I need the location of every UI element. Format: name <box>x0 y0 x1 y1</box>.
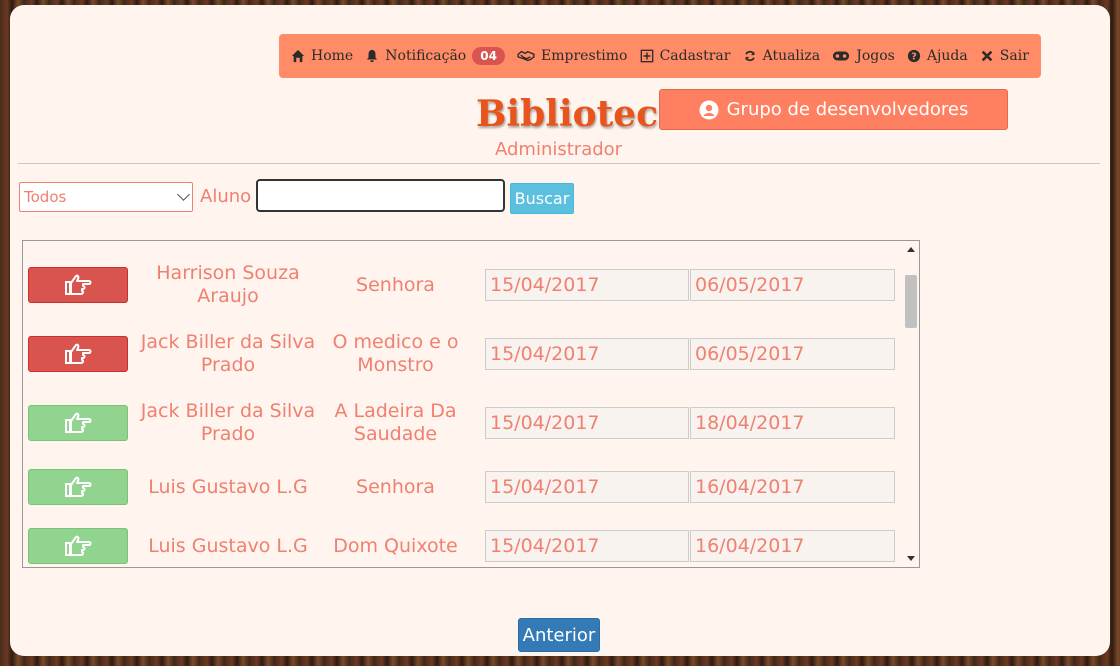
chevron-down-icon <box>177 188 190 201</box>
loan-date-field[interactable]: 15/04/2017 <box>485 338 689 370</box>
student-name: Jack Biller da Silva Prado <box>140 331 316 376</box>
hand-pointer-icon <box>65 412 92 433</box>
return-date-field[interactable]: 18/04/2017 <box>690 407 895 439</box>
scroll-thumb[interactable] <box>905 275 917 328</box>
nav-home[interactable]: Home <box>291 48 353 64</box>
nav-cadastrar[interactable]: Cadastrar <box>640 48 731 64</box>
nav-jogos-label: Jogos <box>856 48 895 64</box>
notification-count-badge: 04 <box>472 47 505 65</box>
book-title: A Ladeira Da Saudade <box>334 400 457 445</box>
loan-row: Luis Gustavo L.G Dom Quixote 15/04/2017 16/… <box>23 528 903 564</box>
hand-pointer-icon <box>65 343 92 364</box>
student-name: Jack Biller da Silva Prado <box>140 400 316 445</box>
user-role: Administrador <box>495 139 623 160</box>
scroll-up-arrow-icon[interactable] <box>907 247 915 252</box>
previous-page-button[interactable]: Anterior <box>518 618 600 652</box>
student-name: Luis Gustavo L.G <box>148 475 308 498</box>
nav-notificacao-label: Notificação <box>385 48 467 64</box>
aluno-label: Aluno <box>200 186 252 207</box>
return-date-field[interactable]: 16/04/2017 <box>690 471 895 503</box>
user-circle-icon <box>699 100 719 119</box>
nav-emprestimo-label: Emprestimo <box>541 48 628 64</box>
hand-pointer-icon <box>65 476 92 497</box>
nav-home-label: Home <box>311 48 354 64</box>
nav-atualiza[interactable]: Atualiza <box>743 48 821 64</box>
nav-emprestimo[interactable]: Emprestimo <box>517 48 627 64</box>
loan-row: Harrison Souza Araujo Senhora 15/04/2017 06… <box>23 262 903 307</box>
close-icon <box>981 50 993 62</box>
nav-atualiza-label: Atualiza <box>762 48 821 64</box>
loan-row: Luis Gustavo L.G Senhora 15/04/2017 16/04/2… <box>23 469 903 505</box>
divider <box>18 163 1100 164</box>
scroll-down-arrow-icon[interactable] <box>907 556 915 561</box>
gamepad-icon <box>833 51 850 61</box>
return-date-field[interactable]: 06/05/2017 <box>690 338 895 370</box>
hand-pointer-icon <box>65 274 92 295</box>
question-circle-icon: ? <box>907 49 921 63</box>
nav-cadastrar-label: Cadastrar <box>659 48 731 64</box>
loan-date-field[interactable]: 15/04/2017 <box>485 530 689 562</box>
book-title: O medico e o Monstro <box>332 331 459 376</box>
hand-pointer-icon <box>65 535 92 556</box>
loan-action-button[interactable] <box>28 528 128 564</box>
aluno-search-input[interactable] <box>256 179 505 212</box>
svg-text:?: ? <box>911 52 917 63</box>
return-date-field[interactable]: 16/04/2017 <box>690 530 895 562</box>
filter-select-value: Todos <box>24 188 67 206</box>
loan-row: Jack Biller da Silva Prado O medico e o M… <box>23 331 903 376</box>
page-title: Biblioteca <box>476 93 682 135</box>
nav-ajuda[interactable]: ? Ajuda <box>907 48 968 64</box>
book-title: Senhora <box>356 273 435 296</box>
loan-action-button[interactable] <box>28 336 128 372</box>
bell-icon <box>367 49 378 63</box>
developers-group-button[interactable]: Grupo de desenvolvedores <box>659 89 1008 130</box>
nav-jogos[interactable]: Jogos <box>832 48 895 64</box>
loan-action-button[interactable] <box>28 267 128 303</box>
nav-ajuda-label: Ajuda <box>926 48 968 64</box>
plus-square-icon <box>640 49 653 63</box>
book-title: Dom Quixote <box>333 534 458 557</box>
nav-sair-label: Sair <box>999 48 1029 64</box>
buscar-button[interactable]: Buscar <box>510 183 574 214</box>
filter-select[interactable]: Todos <box>19 182 193 212</box>
loan-action-button[interactable] <box>28 405 128 441</box>
scrollbar[interactable] <box>903 241 919 567</box>
handshake-icon <box>517 50 535 62</box>
return-date-field[interactable]: 06/05/2017 <box>690 269 895 301</box>
loan-date-field[interactable]: 15/04/2017 <box>485 471 689 503</box>
student-name: Harrison Souza Araujo <box>156 262 300 307</box>
loan-date-field[interactable]: 15/04/2017 <box>485 407 689 439</box>
loan-row: Jack Biller da Silva Prado A Ladeira Da S… <box>23 400 903 445</box>
loans-list[interactable]: Harrison Souza Araujo Senhora 15/04/2017 06… <box>22 240 920 568</box>
nav-sair[interactable]: Sair <box>980 48 1029 64</box>
refresh-icon <box>744 50 755 62</box>
nav-notificacao[interactable]: Notificação 04 <box>365 47 505 65</box>
book-title: Senhora <box>356 475 435 498</box>
developers-group-label: Grupo de desenvolvedores <box>726 99 969 120</box>
main-card: Home Notificação 04 Emprestimo Cadastrar… <box>10 5 1110 656</box>
top-nav: Home Notificação 04 Emprestimo Cadastrar… <box>279 34 1041 78</box>
home-icon <box>291 49 305 63</box>
loan-date-field[interactable]: 15/04/2017 <box>485 269 689 301</box>
loan-action-button[interactable] <box>28 469 128 505</box>
student-name: Luis Gustavo L.G <box>148 534 308 557</box>
